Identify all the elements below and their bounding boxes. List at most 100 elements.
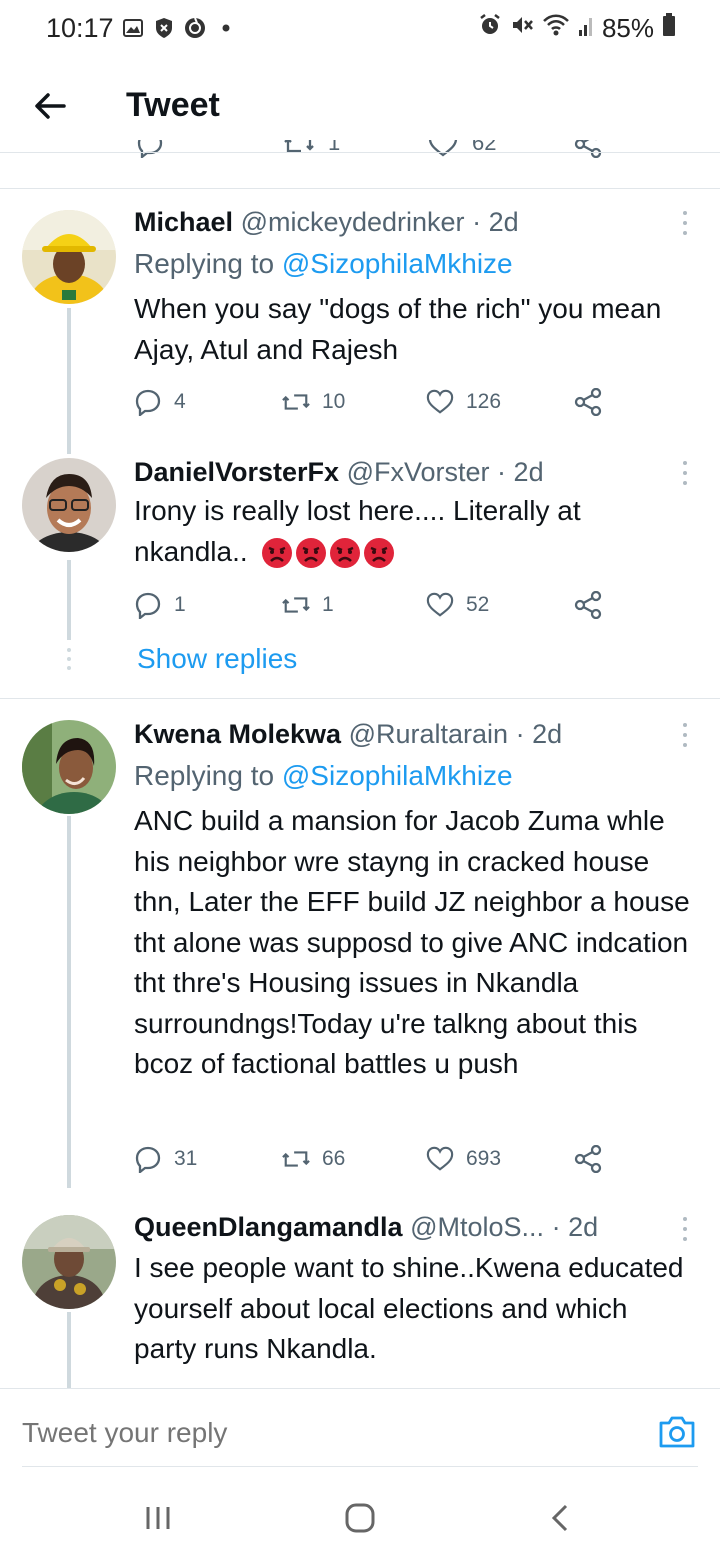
mention-link[interactable]: @SizophilaMkhize	[282, 248, 513, 279]
more-options-button[interactable]	[678, 720, 692, 750]
author-handle[interactable]: @MtoloS...	[410, 1212, 544, 1242]
replying-to: Replying to @SizophilaMkhize	[134, 759, 513, 793]
like-count: 52	[466, 593, 490, 616]
status-bar: 10:17 85%	[0, 0, 720, 60]
angry-face-icon	[262, 538, 293, 569]
reply-button[interactable]: 4	[134, 385, 186, 419]
like-count: 693	[466, 1147, 502, 1170]
tweet-item[interactable]: Michael @mickeydedrinker · 2d Replying t…	[0, 188, 720, 454]
replying-to: Replying to @SizophilaMkhize	[134, 247, 513, 281]
tweet-item[interactable]: QueenDlangamandla @MtoloS... · 2d I see …	[0, 1188, 720, 1388]
camera-button[interactable]	[658, 1415, 696, 1449]
heart-icon	[426, 1146, 454, 1171]
retweet-count: 10	[322, 390, 346, 413]
reply-input[interactable]	[22, 1417, 622, 1449]
home-icon	[345, 1503, 375, 1533]
arrow-left-icon	[35, 93, 66, 119]
tweet-header: QueenDlangamandla @MtoloS... · 2d	[134, 1212, 599, 1242]
reply-button[interactable]: 31	[134, 1142, 197, 1176]
tweet-text: ANC build a mansion for Jacob Zuma whle …	[134, 805, 690, 1079]
reply-icon[interactable]	[136, 140, 164, 158]
tweet-text-container: Irony is really lost here.... Literally …	[134, 491, 694, 572]
tweet-actions: 1 1 52	[134, 588, 634, 622]
heart-icon[interactable]	[428, 140, 458, 158]
retweet-button[interactable]: 1	[282, 588, 334, 622]
recent-apps-icon	[146, 1507, 170, 1529]
system-back-button[interactable]	[540, 1502, 580, 1534]
app-icon	[184, 17, 206, 39]
reply-count: 1	[174, 593, 186, 616]
heart-icon	[426, 389, 454, 414]
show-replies-link[interactable]: Show replies	[137, 643, 297, 675]
retweet-count: 66	[322, 1147, 346, 1170]
wifi-icon	[542, 13, 570, 44]
tweet-text: When you say "dogs of the rich" you mean…	[134, 293, 662, 365]
previous-retweet-count: 1	[328, 140, 341, 155]
recent-apps-button[interactable]	[138, 1502, 178, 1534]
retweet-button[interactable]: 66	[282, 1142, 345, 1176]
like-button[interactable]: 126	[426, 385, 501, 419]
author-handle[interactable]: @FxVorster	[347, 457, 490, 487]
shield-icon	[153, 17, 175, 39]
tweet-time: 2d	[568, 1212, 599, 1242]
avatar[interactable]	[22, 1215, 116, 1309]
reply-count: 4	[174, 390, 186, 413]
tweet-item[interactable]: Kwena Molekwa @Ruraltarain · 2d Replying…	[0, 698, 720, 1188]
system-navigation-bar	[0, 1468, 720, 1560]
angry-face-icon	[296, 538, 327, 569]
retweet-button[interactable]: 10	[282, 385, 345, 419]
tweet-item[interactable]: DanielVorsterFx @FxVorster · 2d Irony is…	[0, 438, 720, 698]
system-icons: 85%	[478, 13, 676, 44]
retweet-icon[interactable]	[284, 140, 314, 158]
emoji-group	[261, 537, 395, 569]
share-button[interactable]	[574, 588, 602, 622]
status-time: 10:17	[46, 13, 114, 43]
reply-composer	[0, 1388, 720, 1468]
retweet-icon	[282, 394, 310, 410]
like-button[interactable]: 693	[426, 1142, 501, 1176]
divider	[0, 152, 720, 153]
share-icon	[574, 591, 602, 619]
reply-underline	[22, 1466, 698, 1467]
angry-face-icon	[364, 538, 395, 569]
author-name[interactable]: Kwena Molekwa	[134, 719, 341, 749]
heart-icon	[426, 592, 454, 617]
like-button[interactable]: 52	[426, 588, 489, 622]
tweet-time: 2d	[513, 457, 544, 487]
more-options-button[interactable]	[678, 1214, 692, 1244]
reply-icon	[135, 592, 161, 619]
more-options-button[interactable]	[678, 208, 692, 238]
share-icon[interactable]	[574, 140, 602, 158]
author-name[interactable]: DanielVorsterFx	[134, 457, 339, 487]
tweet-text: I see people want to shine..Kwena educat…	[134, 1252, 684, 1364]
battery-text: 85%	[601, 13, 654, 43]
home-button[interactable]	[340, 1502, 380, 1534]
battery-icon	[662, 13, 676, 44]
thread-line	[67, 1312, 71, 1388]
mention-link[interactable]: @SizophilaMkhize	[282, 760, 513, 791]
top-app-bar: Tweet	[0, 60, 720, 152]
gallery-icon	[122, 17, 144, 39]
avatar[interactable]	[22, 458, 116, 552]
share-icon	[574, 1145, 602, 1173]
share-button[interactable]	[574, 385, 602, 419]
previous-like-count: 62	[472, 140, 497, 155]
more-options-button[interactable]	[678, 458, 692, 488]
dot-icon	[215, 17, 237, 39]
back-button[interactable]	[30, 86, 70, 126]
author-name[interactable]: QueenDlangamandla	[134, 1212, 403, 1242]
avatar[interactable]	[22, 720, 116, 814]
author-handle[interactable]: @Ruraltarain	[349, 719, 508, 749]
share-icon	[574, 388, 602, 416]
mute-icon	[510, 13, 534, 44]
reply-icon	[135, 389, 161, 416]
author-name[interactable]: Michael	[134, 207, 233, 237]
alarm-icon	[478, 13, 502, 44]
tweet-time: 2d	[488, 207, 519, 237]
reply-button[interactable]: 1	[134, 588, 186, 622]
share-button[interactable]	[574, 1142, 602, 1176]
avatar[interactable]	[22, 210, 116, 304]
author-handle[interactable]: @mickeydedrinker	[241, 207, 465, 237]
notification-icons	[122, 17, 237, 39]
retweet-count: 1	[322, 593, 334, 616]
